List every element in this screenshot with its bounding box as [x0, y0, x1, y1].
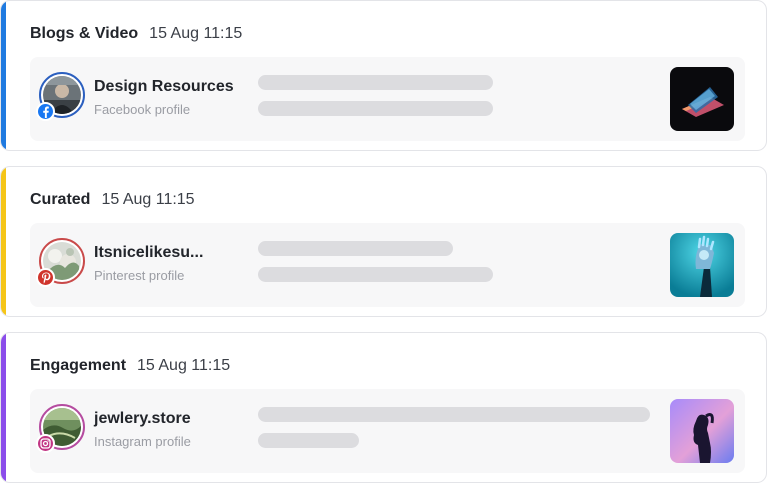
- card-header: Engagement 15 Aug 11:15: [30, 357, 230, 375]
- card-accent-bar: [1, 333, 6, 482]
- post-preview[interactable]: Design Resources Facebook profile: [30, 57, 745, 141]
- card-header: Curated 15 Aug 11:15: [30, 191, 195, 209]
- feed-card-engagement[interactable]: Engagement 15 Aug 11:15 jewlery.store In…: [0, 332, 767, 483]
- profile-type: Instagram profile: [94, 434, 191, 449]
- post-preview[interactable]: jewlery.store Instagram profile: [30, 389, 745, 473]
- profile-name[interactable]: jewlery.store: [94, 410, 191, 428]
- post-thumbnail[interactable]: [670, 67, 734, 131]
- profile-type: Facebook profile: [94, 102, 191, 117]
- instagram-icon: [36, 434, 55, 453]
- feed-card-blogs-video[interactable]: Blogs & Video 15 Aug 11:15 Design Resour…: [0, 0, 767, 151]
- card-title: Curated: [30, 191, 91, 208]
- pinterest-icon: [36, 268, 55, 287]
- card-header: Blogs & Video 15 Aug 11:15: [30, 25, 242, 43]
- profile-type: Pinterest profile: [94, 268, 185, 283]
- post-thumbnail[interactable]: [670, 399, 734, 463]
- profile-name[interactable]: Itsnicelikesu...: [94, 244, 203, 262]
- facebook-icon: [36, 102, 55, 121]
- card-accent-bar: [1, 167, 6, 316]
- card-accent-bar: [1, 1, 6, 150]
- card-title: Engagement: [30, 357, 127, 374]
- card-timestamp: 15 Aug 11:15: [101, 191, 195, 208]
- text-placeholder-line: [258, 75, 493, 90]
- text-placeholder-line: [258, 407, 650, 422]
- card-timestamp: 15 Aug 11:15: [137, 357, 231, 374]
- text-placeholder-line: [258, 267, 493, 282]
- post-thumbnail[interactable]: [670, 233, 734, 297]
- card-timestamp: 15 Aug 11:15: [149, 25, 243, 42]
- feed-card-curated[interactable]: Curated 15 Aug 11:15 Itsnicelikesu... Pi…: [0, 166, 767, 317]
- text-placeholder-line: [258, 101, 493, 116]
- text-placeholder-line: [258, 433, 359, 448]
- profile-name[interactable]: Design Resources: [94, 78, 234, 96]
- post-preview[interactable]: Itsnicelikesu... Pinterest profile: [30, 223, 745, 307]
- text-placeholder-line: [258, 241, 453, 256]
- card-title: Blogs & Video: [30, 25, 139, 42]
